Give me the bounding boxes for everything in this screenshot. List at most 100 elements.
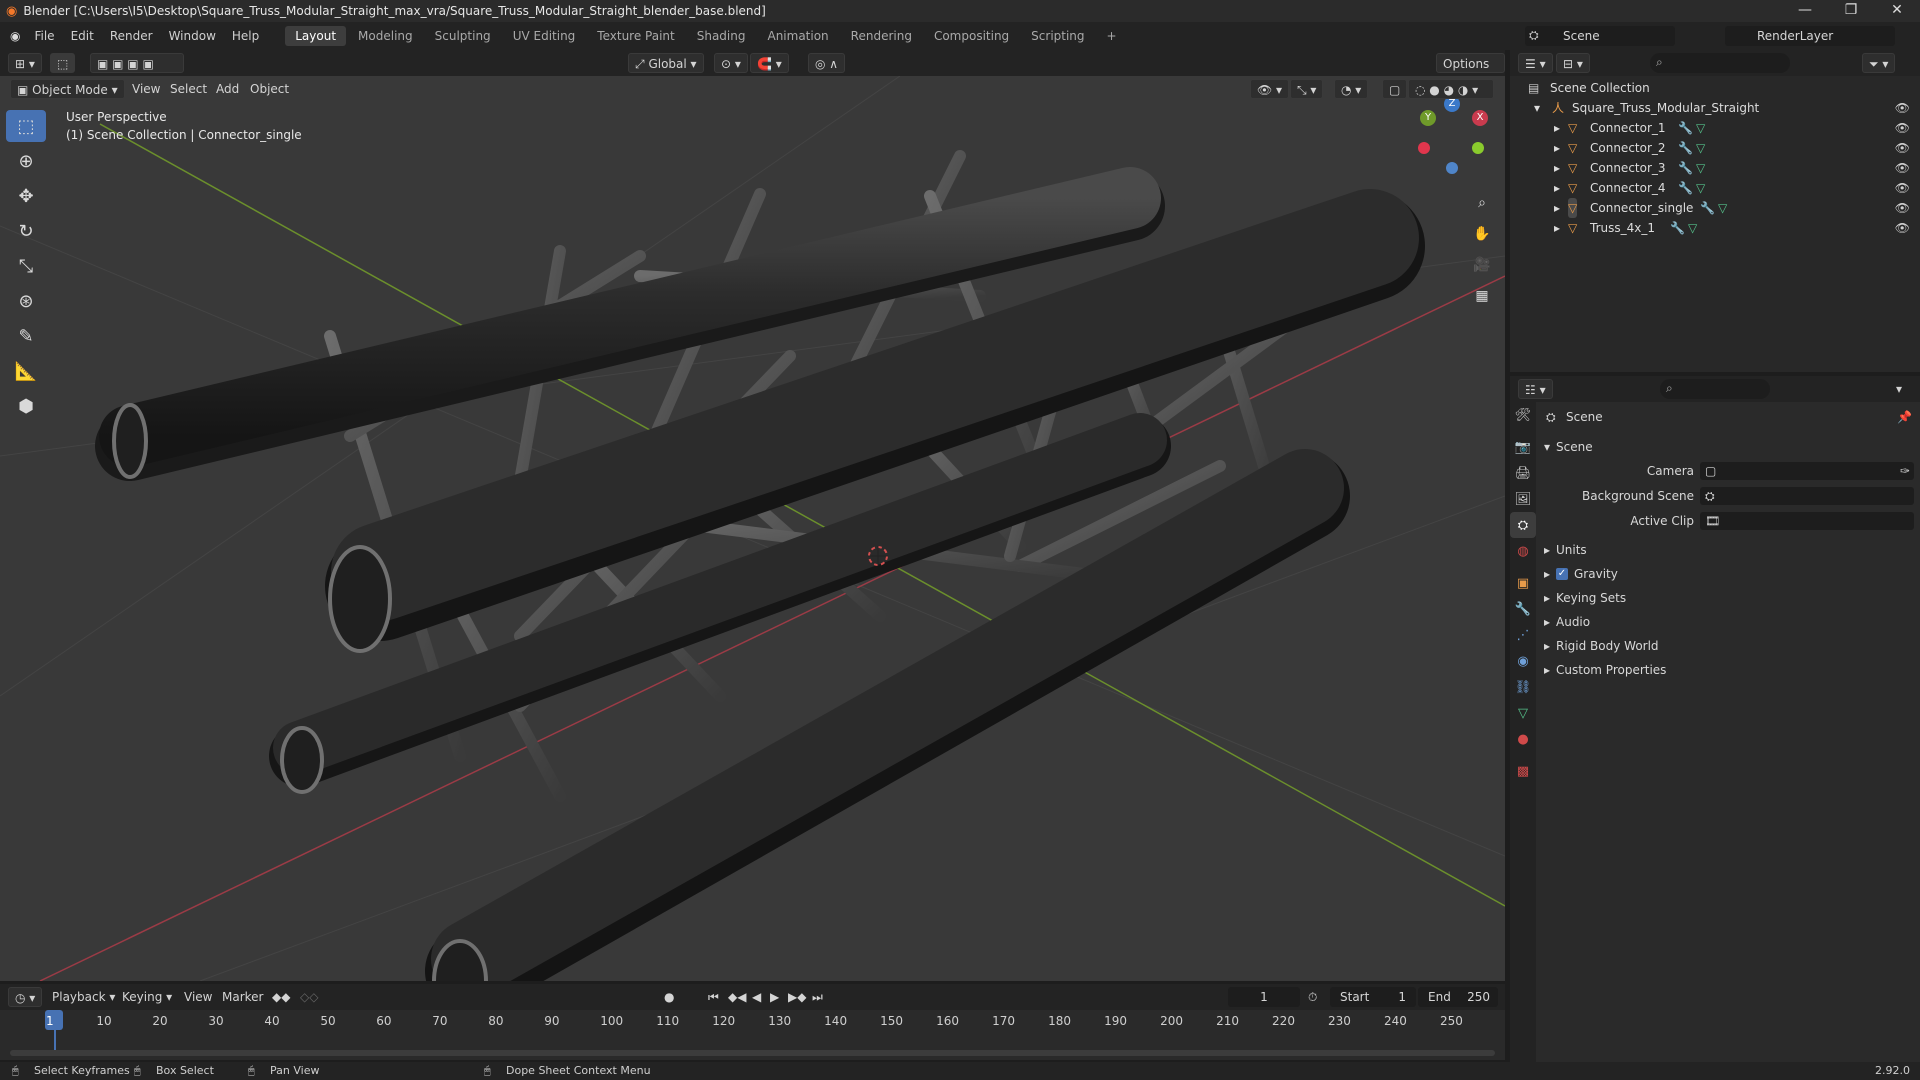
close-button[interactable]: ✕ xyxy=(1874,0,1920,22)
timeline[interactable]: 1 10 20 30 40 50 60 70 80 90 100 110 120 130 140 150 160… xyxy=(0,1010,1505,1060)
prev-keyframe-icon[interactable]: ◆◀ xyxy=(728,987,746,1007)
tool-tab-icon[interactable]: 🛠 xyxy=(1510,402,1536,428)
mesh-data-icon[interactable]: ▽ xyxy=(1696,138,1705,158)
filter-dropdown[interactable]: ⏷ ▾ xyxy=(1862,53,1896,73)
active-clip-field[interactable]: 🎞 xyxy=(1700,512,1914,530)
play-icon[interactable]: ▶ xyxy=(770,987,779,1007)
modifier-wrench-icon[interactable]: 🔧 xyxy=(1678,118,1693,138)
transform-tool-icon[interactable]: ⊛ xyxy=(6,285,46,317)
outliner-object-row[interactable]: ▸ ▽ Connector_4 🔧 ▽ 👁 xyxy=(1510,178,1920,198)
viewport-scene[interactable] xyxy=(0,76,1505,981)
menu-render[interactable]: Render xyxy=(102,29,161,43)
modifier-tab-icon[interactable]: 🔧 xyxy=(1510,596,1536,622)
y-axis-gizmo[interactable]: Y xyxy=(1420,110,1436,126)
visibility-dropdown[interactable]: 👁 ▾ xyxy=(1250,79,1290,99)
mesh-data-icon[interactable]: ▽ xyxy=(1696,118,1705,138)
menu-marker[interactable]: Marker xyxy=(222,987,263,1007)
view-layer-tab-icon[interactable]: 🖼 xyxy=(1510,486,1536,512)
gizmo-toggle[interactable]: ⤡ ▾ xyxy=(1290,79,1324,99)
properties-editor-type[interactable]: ☷ ▾ xyxy=(1518,379,1553,399)
pan-hand-icon[interactable]: ✋ xyxy=(1468,220,1496,248)
next-keyframe-icon[interactable]: ▶◆ xyxy=(788,987,806,1007)
scene-selector[interactable]: ⛭ Scene xyxy=(1525,26,1675,46)
blender-menu-icon[interactable]: ◉ xyxy=(10,29,20,43)
neg-y-gizmo[interactable] xyxy=(1472,142,1484,154)
visibility-eye-icon[interactable]: 👁 xyxy=(1895,98,1910,118)
tab-rendering[interactable]: Rendering xyxy=(841,26,922,46)
select-mode-icon[interactable]: ⬚ xyxy=(50,53,76,73)
mesh-data-icon[interactable]: ▽ xyxy=(1696,178,1705,198)
stopwatch-icon[interactable]: ⏱ xyxy=(1308,987,1317,1007)
neg-z-gizmo[interactable] xyxy=(1446,162,1458,174)
scene-panel-header[interactable]: ▾ Scene xyxy=(1536,436,1920,458)
keyframe-insert-icon[interactable]: ◆◆ xyxy=(272,987,290,1007)
menu-edit[interactable]: Edit xyxy=(63,29,102,43)
menu-view[interactable]: View xyxy=(184,987,212,1007)
snap-toggle[interactable]: 🧲 ▾ xyxy=(750,53,789,73)
units-panel[interactable]: ▸ Units xyxy=(1536,539,1920,561)
eyedropper-icon[interactable]: ✑ xyxy=(1900,460,1910,482)
cursor-tool-icon[interactable]: ⊕ xyxy=(6,145,46,177)
modifier-wrench-icon[interactable]: 🔧 xyxy=(1678,138,1693,158)
gravity-checkbox[interactable]: ✓ xyxy=(1556,568,1568,580)
select-box-tool-icon[interactable]: ⬚ xyxy=(6,110,46,142)
visibility-eye-icon[interactable]: 👁 xyxy=(1895,178,1910,198)
physics-tab-icon[interactable]: ◉ xyxy=(1510,648,1536,674)
timeline-editor-type[interactable]: ◷ ▾ xyxy=(8,987,43,1007)
menu-select[interactable]: Select xyxy=(170,79,207,99)
outliner-editor-type[interactable]: ☰ ▾ xyxy=(1518,53,1553,73)
auto-keying-icon[interactable]: ● xyxy=(664,987,674,1007)
jump-start-icon[interactable]: ⏮ xyxy=(708,987,719,1007)
world-tab-icon[interactable]: ◍ xyxy=(1510,538,1536,564)
rotate-tool-icon[interactable]: ↻ xyxy=(6,215,46,247)
mesh-data-icon[interactable]: ▽ xyxy=(1688,218,1697,238)
options-dropdown[interactable]: Options ▾ xyxy=(1436,53,1505,91)
menu-keying[interactable]: Keying ▾ xyxy=(122,987,172,1007)
minimize-button[interactable]: — xyxy=(1782,0,1828,22)
jump-end-icon[interactable]: ⏭ xyxy=(812,987,823,1007)
render-tab-icon[interactable]: 📷 xyxy=(1510,434,1536,460)
3d-cursor[interactable] xyxy=(868,546,888,566)
gravity-panel[interactable]: ▸ ✓ Gravity xyxy=(1536,563,1920,585)
tab-uv-editing[interactable]: UV Editing xyxy=(503,26,586,46)
editor-type-button[interactable]: ⊞ ▾ xyxy=(8,53,42,73)
modifier-wrench-icon[interactable]: 🔧 xyxy=(1670,218,1685,238)
mode-dropdown[interactable]: ▣ Object Mode ▾ xyxy=(10,79,125,99)
start-frame-field[interactable]: Start 1 xyxy=(1330,987,1416,1007)
current-frame-field[interactable]: 1 xyxy=(1228,987,1300,1007)
keying-sets-panel[interactable]: ▸ Keying Sets xyxy=(1536,587,1920,609)
object-tab-icon[interactable]: ▣ xyxy=(1510,570,1536,596)
data-tab-icon[interactable]: ▽ xyxy=(1510,700,1536,726)
scale-tool-icon[interactable]: ⤡ xyxy=(6,250,46,282)
menu-help[interactable]: Help xyxy=(224,29,267,43)
properties-search-input[interactable]: ⌕ xyxy=(1660,379,1770,399)
chevron-down-icon[interactable]: ▾ xyxy=(1896,379,1902,399)
custom-properties-panel[interactable]: ▸ Custom Properties xyxy=(1536,659,1920,681)
pin-icon[interactable]: 📌 xyxy=(1897,406,1912,428)
menu-add[interactable]: Add xyxy=(216,79,239,99)
annotate-tool-icon[interactable]: ✎ xyxy=(6,320,46,352)
tab-shading[interactable]: Shading xyxy=(687,26,756,46)
play-reverse-icon[interactable]: ◀ xyxy=(752,987,761,1007)
tab-layout[interactable]: Layout xyxy=(285,26,347,46)
display-mode-dropdown[interactable]: ⊟ ▾ xyxy=(1556,53,1590,73)
tab-animation[interactable]: Animation xyxy=(757,26,838,46)
menu-file[interactable]: File xyxy=(26,29,62,43)
keyframe-delete-icon[interactable]: ◇◇ xyxy=(300,987,318,1007)
maximize-button[interactable]: ❐ xyxy=(1828,0,1874,22)
navigation-gizmo[interactable]: Z X Y xyxy=(1410,96,1494,180)
overlay-toggle[interactable]: ◔ ▾ xyxy=(1334,79,1369,99)
measure-tool-icon[interactable]: 📐 xyxy=(6,355,46,387)
outliner-collection-row[interactable]: ▾ 人 Square_Truss_Modular_Straight 👁 xyxy=(1510,98,1920,118)
visibility-eye-icon[interactable]: 👁 xyxy=(1895,158,1910,178)
audio-panel[interactable]: ▸ Audio xyxy=(1536,611,1920,633)
camera-field[interactable]: ▢ ✑ xyxy=(1700,462,1914,480)
output-tab-icon[interactable]: 🖨 xyxy=(1510,460,1536,486)
menu-playback[interactable]: Playback ▾ xyxy=(52,987,115,1007)
frame-ruler[interactable]: 1 10 20 30 40 50 60 70 80 90 100 110 120 130 140 150 160… xyxy=(0,1010,1505,1030)
proportional-edit-toggle[interactable]: ◎ ∧ xyxy=(808,53,846,73)
particles-tab-icon[interactable]: ⋰ xyxy=(1510,622,1536,648)
modifier-wrench-icon[interactable]: 🔧 xyxy=(1700,198,1715,218)
constraints-tab-icon[interactable]: ⛓ xyxy=(1510,674,1536,700)
tab-modeling[interactable]: Modeling xyxy=(348,26,423,46)
